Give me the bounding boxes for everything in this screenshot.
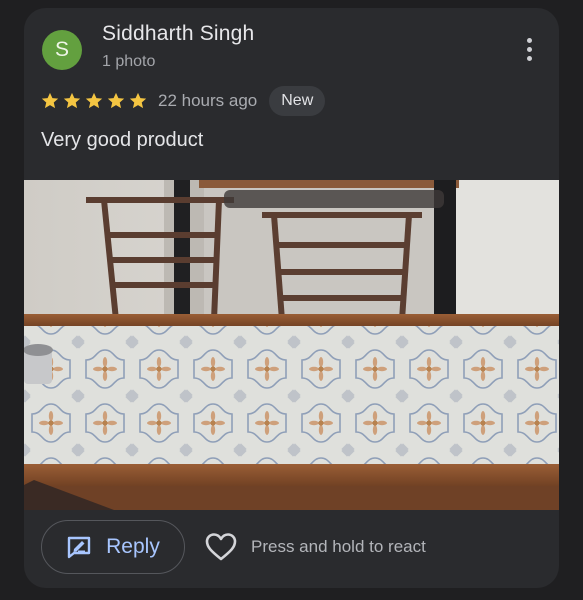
review-text: Very good product — [41, 129, 204, 151]
react-button[interactable]: Press and hold to react — [205, 528, 426, 566]
avatar-letter: S — [54, 38, 69, 61]
star-icon — [84, 91, 104, 111]
reply-edit-icon — [66, 535, 92, 559]
star-icon — [128, 91, 148, 111]
reviewer-name[interactable]: Siddharth Singh — [102, 22, 254, 46]
review-time: 22 hours ago — [158, 91, 258, 110]
star-icon — [62, 91, 82, 111]
star-icon — [40, 91, 60, 111]
reply-button[interactable]: Reply — [41, 520, 185, 574]
more-options-icon[interactable] — [517, 32, 541, 66]
rating-row: 22 hours ago New — [40, 86, 326, 116]
new-badge: New — [269, 86, 326, 116]
reviewer-meta: 1 photo — [102, 53, 156, 70]
reply-label: Reply — [106, 535, 160, 558]
review-card: S Siddharth Singh 1 photo 22 hours ago N… — [24, 8, 559, 588]
star-icon — [106, 91, 126, 111]
react-label: Press and hold to react — [251, 537, 426, 556]
heart-outline-icon — [205, 532, 237, 562]
review-photo[interactable] — [24, 180, 559, 510]
avatar[interactable]: S — [42, 30, 82, 70]
star-rating — [40, 91, 148, 111]
review-actions: Reply Press and hold to react — [24, 510, 559, 588]
